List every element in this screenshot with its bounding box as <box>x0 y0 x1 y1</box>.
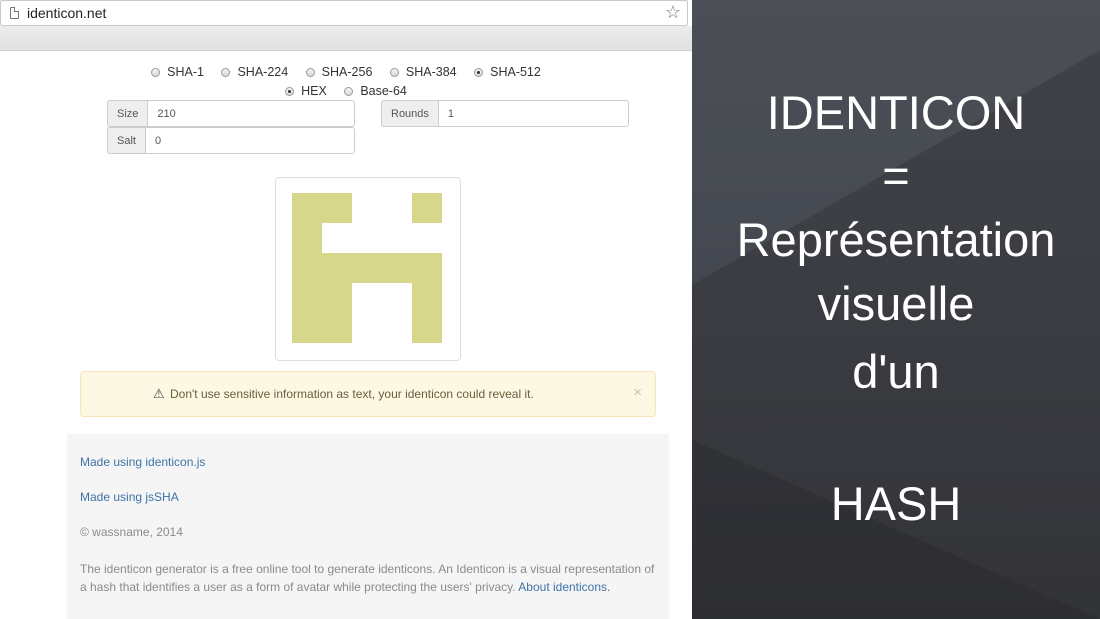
identicon-cell <box>322 313 352 343</box>
radio-button-icon[interactable] <box>221 67 231 77</box>
salt-input[interactable]: 0 <box>144 127 355 154</box>
jssha-link[interactable]: Made using jsSHA <box>80 490 179 504</box>
algorithm-radio-group: SHA-1 SHA-224 SHA-256 SHA-384 SHA-512 <box>0 65 692 80</box>
overlay-line: d'un <box>852 345 940 398</box>
radio-button-icon[interactable] <box>389 67 399 77</box>
copyright-text: © wassname, 2014 <box>80 525 183 539</box>
salt-field: Salt 0 <box>107 127 355 154</box>
identicon-cell <box>412 283 442 313</box>
size-input[interactable]: 210 <box>147 100 355 127</box>
radio-sha1[interactable]: SHA-1 <box>151 65 204 79</box>
salt-label: Salt <box>107 127 145 154</box>
radio-label: Base-64 <box>360 84 407 98</box>
radio-sha384[interactable]: SHA-384 <box>389 65 457 79</box>
about-identicons-link[interactable]: About identicons. <box>518 580 610 594</box>
overlay-line: Représentation <box>736 213 1056 266</box>
radio-label: SHA-384 <box>405 65 457 79</box>
identicon-cell <box>322 283 352 313</box>
browser-toolbar <box>0 26 692 51</box>
warning-alert: ⚠ Don't use sensitive information as tex… <box>80 371 656 417</box>
url-text[interactable]: identicon.net <box>27 5 106 21</box>
identicon-cell <box>352 253 382 283</box>
radio-sha512[interactable]: SHA-512 <box>474 65 541 79</box>
page-icon <box>10 7 19 19</box>
size-field: Size 210 <box>107 100 355 127</box>
identicon-cell <box>412 313 442 343</box>
radio-base64[interactable]: Base-64 <box>344 84 407 98</box>
radio-button-icon[interactable] <box>344 86 354 96</box>
rounds-input[interactable]: 1 <box>437 100 629 127</box>
identicon-cell <box>292 283 322 313</box>
radio-button-icon[interactable] <box>305 67 315 77</box>
radio-sha256[interactable]: SHA-256 <box>305 65 373 79</box>
radio-button-icon[interactable] <box>285 86 295 96</box>
identicon-cell <box>292 223 322 253</box>
radio-hex[interactable]: HEX <box>285 84 327 98</box>
radio-button-icon[interactable] <box>151 67 161 77</box>
identicon-cell <box>292 193 322 223</box>
encoding-radio-group: HEX Base-64 <box>0 84 692 99</box>
identicon-cell <box>322 193 352 223</box>
radio-sha224[interactable]: SHA-224 <box>221 65 288 79</box>
identicon-js-link[interactable]: Made using identicon.js <box>80 455 205 469</box>
identicon-preview <box>275 177 461 361</box>
radio-label: SHA-256 <box>321 65 373 79</box>
close-icon[interactable]: × <box>633 384 642 401</box>
radio-label: SHA-1 <box>167 65 204 79</box>
radio-button-icon[interactable] <box>474 67 484 77</box>
bookmark-star-icon[interactable]: ☆ <box>665 2 681 22</box>
overlay-panel: IDENTICON = Représentation visuelle d'un… <box>692 0 1100 619</box>
identicon-cell <box>382 253 412 283</box>
alert-message: Don't use sensitive information as text,… <box>170 387 534 401</box>
rounds-field: Rounds 1 <box>381 100 629 127</box>
identicon-cell <box>412 253 442 283</box>
identicon-cell <box>292 313 322 343</box>
radio-label: HEX <box>301 84 327 98</box>
identicon-cell <box>412 193 442 223</box>
overlay-line: IDENTICON <box>766 86 1026 139</box>
identicon-cell <box>292 253 322 283</box>
overlay-line: = <box>882 149 910 202</box>
address-bar[interactable]: identicon.net ☆ <box>0 0 688 26</box>
radio-label: SHA-224 <box>237 65 289 79</box>
overlay-line: HASH <box>830 477 962 530</box>
overlay-line: visuelle <box>817 277 975 330</box>
rounds-label: Rounds <box>381 100 438 127</box>
browser-window: identicon.net ☆ SHA-1 SHA-224 SHA-256 SH… <box>0 0 692 619</box>
size-label: Size <box>107 100 148 127</box>
identicon-image <box>292 193 442 343</box>
warning-icon: ⚠ <box>153 386 165 401</box>
identicon-cell <box>322 253 352 283</box>
radio-label: SHA-512 <box>490 65 541 79</box>
description-text: The identicon generator is a free online… <box>80 560 655 596</box>
page-footer: Made using identicon.js Made using jsSHA… <box>67 434 669 619</box>
